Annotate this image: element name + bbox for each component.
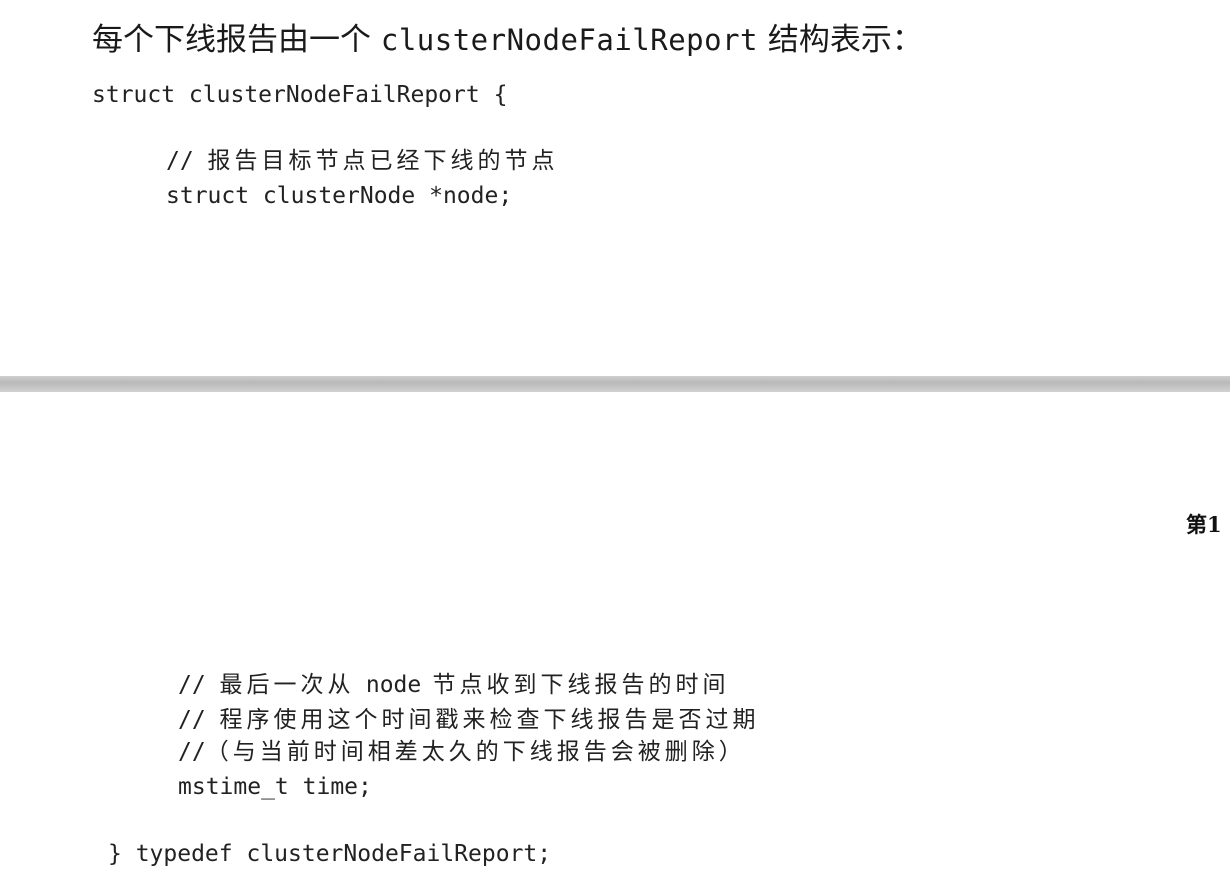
- heading-suffix: 结构表示：: [758, 22, 923, 58]
- comment-slashes: //: [178, 707, 220, 733]
- comment-code-node: node: [365, 672, 422, 698]
- comment-text: 报告目标节点已经下线的节点: [207, 148, 559, 174]
- code-comment-node: // 报告目标节点已经下线的节点: [166, 146, 559, 176]
- code-time-field: mstime_t time;: [178, 774, 372, 800]
- page-number: 第1: [1186, 512, 1222, 537]
- comment-text-pre: 最后一次从: [219, 672, 366, 698]
- page-bottom: 第1 // 最后一次从 node 节点收到下线报告的时间 // 程序使用这个时间…: [0, 392, 1230, 882]
- heading-code-term: clusterNodeFailReport: [380, 23, 759, 57]
- comment-text: 程序使用这个时间戳来检查下线报告是否过期: [219, 707, 760, 733]
- comment-slashes: //: [178, 739, 206, 765]
- comment-text: （与当前时间相差太久的下线报告会被删除）: [205, 739, 746, 765]
- comment-slashes: //: [166, 148, 208, 174]
- code-struct-open: struct clusterNodeFailReport {: [92, 82, 508, 108]
- code-struct-close: } typedef clusterNodeFailReport;: [108, 841, 552, 867]
- code-comment-delete: //（与当前时间相差太久的下线报告会被删除）: [178, 737, 746, 767]
- comment-text-post: 节点收到下线报告的时间: [421, 672, 730, 698]
- page-divider: [0, 376, 1230, 392]
- comment-slashes: //: [178, 672, 220, 698]
- section-heading: 每个下线报告由一个 clusterNodeFailReport 结构表示：: [92, 18, 923, 62]
- code-node-field: struct clusterNode *node;: [166, 183, 513, 209]
- heading-prefix: 每个下线报告由一个: [92, 22, 381, 58]
- code-comment-timestamp: // 程序使用这个时间戳来检查下线报告是否过期: [178, 705, 760, 735]
- code-comment-last-report: // 最后一次从 node 节点收到下线报告的时间: [178, 670, 730, 700]
- page-top: 每个下线报告由一个 clusterNodeFailReport 结构表示： st…: [0, 0, 1230, 376]
